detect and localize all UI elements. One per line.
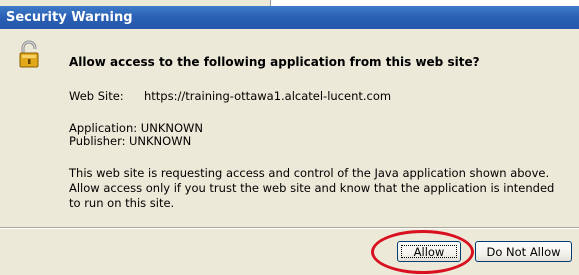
- application-value: UNKNOWN: [140, 121, 203, 135]
- website-label: Web Site:: [69, 89, 124, 103]
- website-row: Web Site: https://training-ottawa1.alcate…: [69, 89, 391, 103]
- publisher-value: UNKNOWN: [129, 134, 192, 148]
- application-label: Application:: [69, 121, 138, 135]
- dialog-heading: Allow access to the following applicatio…: [69, 55, 480, 69]
- website-value: https://training-ottawa1.alcatel-lucent.…: [144, 89, 392, 103]
- button-separator: [0, 227, 579, 229]
- warning-description: This web site is requesting access and c…: [69, 166, 555, 210]
- padlock-warning-icon: [17, 40, 43, 70]
- dialog-title: Security Warning: [6, 10, 133, 25]
- allow-button[interactable]: Allow: [397, 241, 461, 262]
- security-warning-dialog: Security Warning Allow access to the fol…: [0, 0, 579, 275]
- title-bar[interactable]: Security Warning: [0, 6, 579, 29]
- publisher-row: Publisher: UNKNOWN: [69, 134, 191, 148]
- application-row: Application: UNKNOWN: [69, 121, 203, 135]
- allow-button-label: Allow: [401, 245, 457, 259]
- do-not-allow-button[interactable]: Do Not Allow: [475, 241, 572, 262]
- publisher-label: Publisher:: [69, 134, 126, 148]
